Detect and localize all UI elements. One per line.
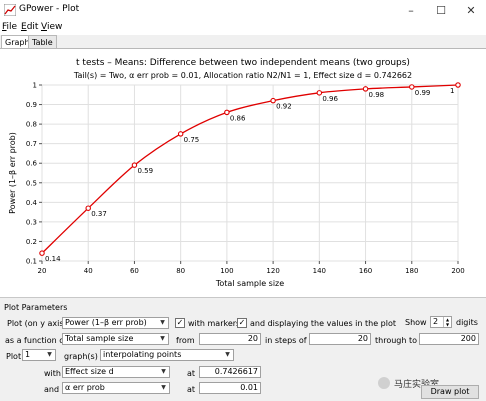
tab-table[interactable]: Table [28, 35, 57, 49]
y-tick-label: 1 [33, 82, 37, 90]
title-bar: GPower - Plot – ☐ ✕ [0, 0, 486, 21]
close-icon[interactable]: ✕ [456, 0, 486, 21]
function-of-label: as a function of [5, 336, 67, 345]
data-label: 0.75 [184, 136, 200, 144]
chevron-down-icon: ▼ [161, 384, 166, 391]
function-of-select[interactable]: Total sample size ▼ [62, 333, 169, 345]
data-point [409, 84, 415, 90]
chevron-down-icon: ▼ [161, 368, 166, 375]
x-tick-label: 100 [220, 267, 233, 275]
data-label: 0.98 [369, 91, 385, 99]
x-tick-label: 140 [313, 267, 326, 275]
x-tick-label: 40 [84, 267, 93, 275]
x-tick-label: 180 [405, 267, 418, 275]
plot-parameters-heading: Plot Parameters [4, 303, 68, 312]
display-values-checkbox[interactable]: ✓ [237, 318, 247, 328]
data-point [362, 86, 369, 92]
at-label-2: at [187, 385, 196, 394]
from-label: from [176, 336, 195, 345]
data-point [316, 90, 323, 96]
digits-spinner[interactable]: 2 ▲ ▼ [430, 316, 452, 328]
through-label: through to [375, 336, 418, 345]
chevron-down-icon: ▼ [47, 351, 52, 358]
data-point [85, 205, 91, 211]
plot-parameters-panel: Plot Parameters Plot (on y axis) Power (… [0, 297, 486, 401]
x-axis-title: Total sample size [215, 279, 284, 288]
maximize-icon[interactable]: ☐ [426, 0, 456, 21]
effect-size-input[interactable]: 0.7426617 [199, 366, 261, 378]
data-label: 0.86 [230, 114, 246, 122]
minimize-icon[interactable]: – [396, 0, 426, 21]
with-markers-checkbox[interactable]: ✓ [175, 318, 185, 328]
data-label: 0.59 [137, 167, 153, 175]
y-tick-label: 0.1 [26, 258, 37, 266]
data-point [455, 82, 461, 88]
app-icon [4, 4, 16, 16]
power-chart: 20 40 60 80 100 120 140 160 180 200 0.1 0.2 0.3 0.4 0.… [8, 82, 465, 289]
draw-plot-button[interactable]: Draw plot [421, 385, 479, 399]
plot-panel: t tests – Means: Difference between two … [0, 48, 486, 297]
spinner-arrows-icon[interactable]: ▲ ▼ [443, 317, 451, 327]
show-label: Show [405, 318, 427, 327]
chevron-down-icon: ▼ [225, 351, 230, 358]
data-point [131, 162, 138, 168]
y-tick-label: 0.7 [26, 140, 37, 148]
data-label: 0.14 [45, 255, 61, 263]
data-label: 0.37 [91, 210, 107, 218]
x-tick-label: 80 [176, 267, 185, 275]
data-label: 0.99 [415, 89, 431, 97]
data-point [39, 250, 45, 256]
x-tick-label: 60 [130, 267, 139, 275]
menu-file[interactable]: File [2, 22, 17, 32]
graphs-label: graph(s) [64, 352, 98, 361]
menu-edit[interactable]: Edit [21, 22, 38, 32]
y-tick-label: 0.4 [26, 199, 38, 207]
plot-area [41, 84, 459, 262]
y-axis-title: Power (1–β err prob) [8, 132, 17, 214]
window-title: GPower - Plot [19, 4, 80, 14]
and-label: and [44, 385, 60, 394]
data-label: 1 [450, 87, 454, 95]
y-tick-label: 0.6 [26, 160, 38, 168]
plot-count-select[interactable]: 1 ▼ [22, 349, 56, 361]
data-label: 0.96 [322, 95, 338, 103]
display-values-label: and displaying the values in the plot [250, 319, 396, 328]
graph-style-select[interactable]: interpolating points ▼ [100, 349, 234, 361]
plot-on-y-label: Plot (on y axis) [7, 319, 67, 328]
y-tick-label: 0.5 [26, 179, 37, 187]
x-tick-label: 20 [38, 267, 47, 275]
plot-on-y-select[interactable]: Power (1–β err prob) ▼ [62, 317, 169, 329]
steps-label: in steps of [265, 336, 307, 345]
from-input[interactable]: 20 [199, 333, 261, 345]
with-param-select[interactable]: Effect size d ▼ [62, 366, 170, 378]
tab-strip: Graph Table [0, 35, 486, 49]
data-label: 0.92 [276, 103, 292, 111]
x-tick-label: 120 [266, 267, 279, 275]
y-tick-label: 0.3 [26, 218, 37, 226]
plot-label: Plot [6, 352, 22, 361]
menu-bar: File Edit View [0, 21, 486, 35]
chevron-down-icon: ▼ [160, 319, 165, 326]
through-input[interactable]: 200 [419, 333, 479, 345]
y-tick-label: 0.2 [26, 238, 37, 246]
x-tick-label: 160 [359, 267, 372, 275]
steps-input[interactable]: 20 [309, 333, 371, 345]
wechat-icon [378, 377, 390, 389]
digits-label: digits [456, 318, 478, 327]
x-tick-label: 200 [451, 267, 464, 275]
with-markers-label: with markers [188, 319, 241, 328]
y-tick-label: 0.9 [26, 101, 37, 109]
data-point [177, 131, 184, 137]
data-point [270, 97, 276, 104]
alpha-input[interactable]: 0.01 [199, 382, 261, 394]
and-param-select[interactable]: α err prob ▼ [62, 382, 170, 394]
y-tick-label: 0.8 [26, 121, 37, 129]
with-label: with [44, 369, 61, 378]
at-label: at [187, 369, 196, 378]
data-point [224, 109, 230, 116]
menu-view[interactable]: View [41, 22, 62, 32]
chevron-down-icon: ▼ [160, 335, 165, 342]
